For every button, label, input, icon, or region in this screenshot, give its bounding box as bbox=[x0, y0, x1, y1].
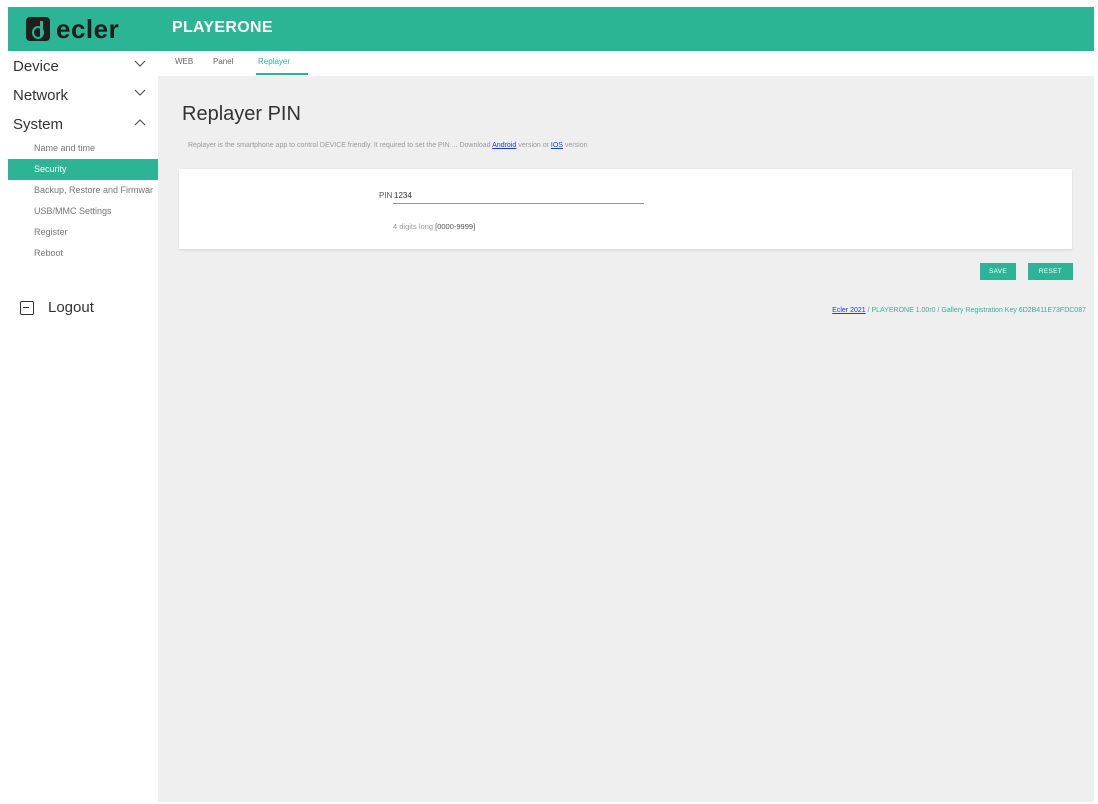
footer-info: Ecler 2021 / PLAYERONE 1.00r0 / Gallery … bbox=[832, 307, 1086, 314]
logo-text: ecler bbox=[56, 14, 120, 44]
logout-label: Logout bbox=[48, 299, 94, 316]
sidebar: Device Network System Name and time Secu… bbox=[8, 51, 158, 802]
save-button[interactable]: SAVE bbox=[980, 263, 1016, 280]
sidebar-item-label: Reboot bbox=[34, 248, 64, 258]
chevron-up-icon bbox=[134, 119, 146, 126]
sidebar-item-label: Security bbox=[34, 164, 67, 174]
sidebar-item-backup-restore-firmware[interactable]: Backup, Restore and Firmwar bbox=[8, 180, 158, 201]
pin-hint: 4 digits long [0000-9999] bbox=[393, 222, 475, 231]
sidebar-group-device[interactable]: Device bbox=[8, 51, 158, 80]
sidebar-group-label: Device bbox=[13, 58, 59, 75]
sidebar-item-security[interactable]: Security bbox=[8, 159, 158, 180]
tab-bar: WEB Panel Replayer bbox=[158, 51, 1094, 76]
ecler-logo-icon bbox=[26, 17, 50, 41]
sidebar-item-usb-mmc-settings[interactable]: USB/MMC Settings bbox=[8, 201, 158, 222]
active-tab-indicator bbox=[256, 73, 308, 75]
pin-input[interactable] bbox=[393, 187, 644, 204]
sidebar-item-label: Name and time bbox=[34, 143, 96, 153]
reset-button[interactable]: RESET bbox=[1028, 263, 1073, 280]
sidebar-item-label: Backup, Restore and Firmwar bbox=[34, 185, 154, 195]
page-description: Replayer is the smartphone app to contro… bbox=[188, 142, 587, 149]
tab-replayer[interactable]: Replayer bbox=[258, 57, 290, 66]
description-text: version bbox=[562, 142, 588, 149]
top-header: ecler PLAYERONE bbox=[8, 7, 1094, 51]
page-title: Replayer PIN bbox=[182, 103, 301, 125]
sidebar-group-label: Network bbox=[13, 87, 69, 104]
description-text: Replayer is the smartphone app to contro… bbox=[188, 142, 493, 149]
sidebar-item-label: USB/MMC Settings bbox=[34, 206, 112, 216]
footer-version-text: / PLAYERONE 1.00r0 / Gallery Registratio… bbox=[865, 307, 1086, 314]
pin-card: PIN 4 digits long [0000-9999] bbox=[179, 169, 1072, 249]
sidebar-item-register[interactable]: Register bbox=[8, 222, 158, 243]
tab-panel[interactable]: Panel bbox=[213, 57, 233, 66]
logout-icon bbox=[20, 300, 34, 315]
sidebar-group-system[interactable]: System bbox=[8, 109, 158, 138]
sidebar-item-label: Register bbox=[34, 227, 68, 237]
description-text: version or bbox=[516, 142, 551, 149]
android-download-link[interactable]: Android bbox=[492, 142, 516, 149]
pin-label: PIN bbox=[379, 191, 393, 200]
ecler-link[interactable]: Ecler 2021 bbox=[832, 307, 865, 314]
chevron-down-icon bbox=[134, 89, 146, 96]
pin-hint-range: [0000-9999] bbox=[435, 222, 476, 231]
sidebar-item-reboot[interactable]: Reboot bbox=[8, 243, 158, 264]
app-title: PLAYERONE bbox=[172, 19, 273, 36]
chevron-down-icon bbox=[134, 60, 146, 67]
sidebar-item-name-and-time[interactable]: Name and time bbox=[8, 138, 158, 159]
logout-button[interactable]: Logout bbox=[20, 299, 94, 316]
pin-hint-text: 4 digits long bbox=[393, 222, 436, 231]
sidebar-group-label: System bbox=[13, 116, 64, 133]
app-frame: ecler PLAYERONE Device Network System Na… bbox=[8, 7, 1094, 802]
tab-web[interactable]: WEB bbox=[175, 57, 193, 66]
ecler-logo[interactable]: ecler bbox=[26, 15, 119, 43]
sidebar-group-network[interactable]: Network bbox=[8, 80, 158, 109]
main-content: WEB Panel Replayer Replayer PIN Replayer… bbox=[158, 51, 1094, 802]
ios-download-link[interactable]: IOS bbox=[551, 142, 563, 149]
